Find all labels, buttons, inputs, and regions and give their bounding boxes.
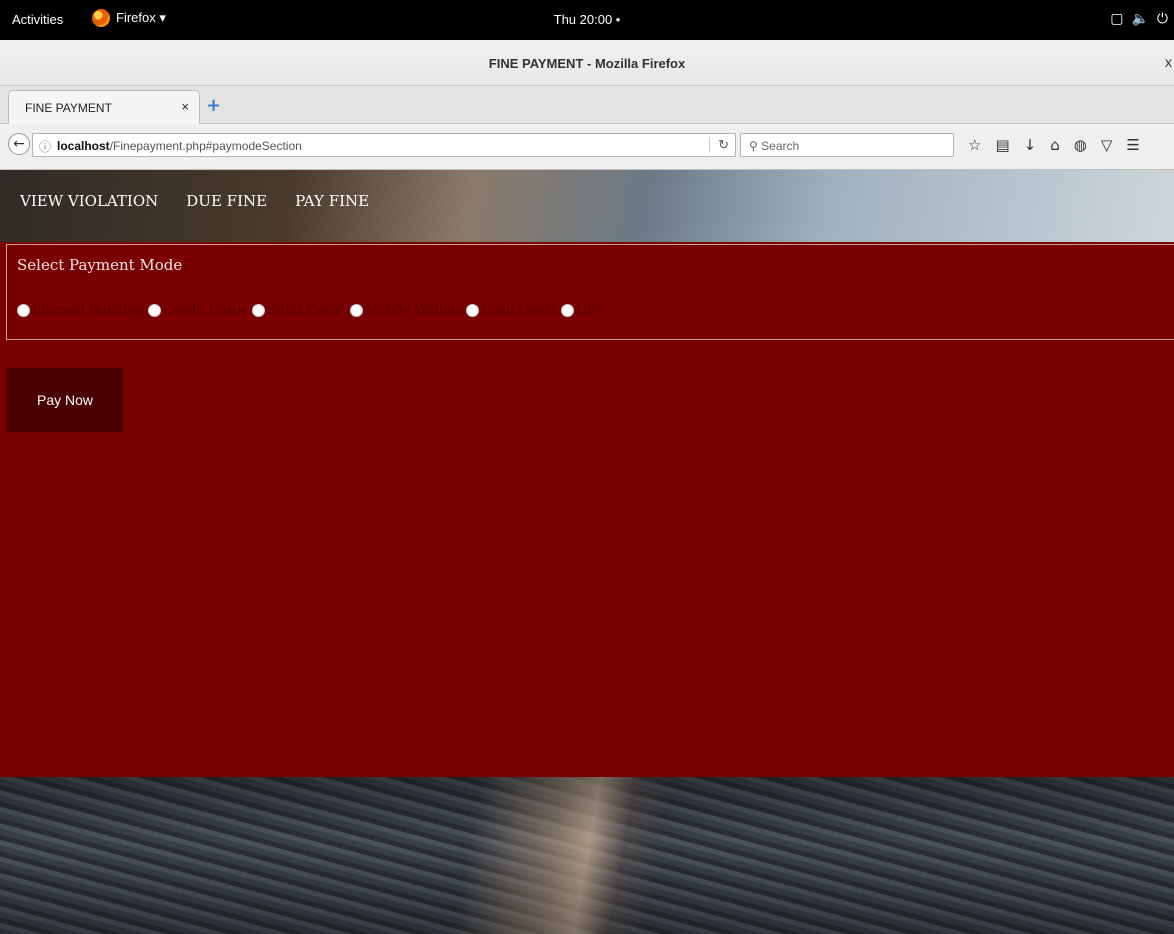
option-label: Internet Banking <box>32 303 145 318</box>
url-host: localhost <box>57 139 110 153</box>
menu-icon[interactable]: ☰ <box>1126 136 1139 154</box>
window-icon: ▢ <box>1110 10 1124 26</box>
search-input[interactable]: ⚲ Search <box>740 133 954 157</box>
window-title: FINE PAYMENT - Mozilla Firefox <box>488 56 686 71</box>
option-debit-cards[interactable]: Debit Cards <box>252 303 346 318</box>
header-banner: VIEW VIOLATION DUE FINE PAY FINE <box>0 170 1174 242</box>
reload-icon[interactable]: ↻ <box>709 137 729 153</box>
url-path: /Finepayment.php#paymodeSection <box>109 139 302 153</box>
window-titlebar: FINE PAYMENT - Mozilla Firefox x <box>0 40 1174 86</box>
option-label: Mobile Wallets <box>364 303 463 318</box>
payment-options: Internet Banking Credit Cards Debit Card… <box>17 303 605 318</box>
background-shade <box>0 777 1174 934</box>
payment-mode-heading: Select Payment Mode <box>17 256 183 274</box>
home-icon[interactable]: ⌂ <box>1050 136 1060 154</box>
tab-strip: FINE PAYMENT × + <box>0 86 1174 124</box>
search-placeholder: Search <box>761 139 800 153</box>
arrow-left-icon: ← <box>13 136 25 152</box>
volume-icon: 🔈 <box>1131 10 1149 26</box>
radio-button[interactable] <box>17 304 30 317</box>
power-icon: ⏻ <box>1156 10 1168 26</box>
option-credit-cards[interactable]: Credit Cards <box>148 303 248 318</box>
radio-button[interactable] <box>349 304 363 317</box>
option-label: Cash Cards <box>481 303 558 318</box>
pocket-icon[interactable]: ▽ <box>1101 136 1113 154</box>
menu-item-view-violation[interactable]: VIEW VIOLATION <box>20 192 158 210</box>
url-text: localhost/Finepayment.php#paymodeSection <box>57 139 302 153</box>
option-cash-cards[interactable]: Cash Cards <box>466 303 557 318</box>
option-label: Credit Cards <box>163 303 249 318</box>
payment-section: Select Payment Mode Internet Banking Cre… <box>0 242 1174 777</box>
window-close-button[interactable]: x <box>1165 54 1172 70</box>
radio-button[interactable] <box>466 304 480 317</box>
radio-button[interactable] <box>252 304 266 317</box>
site-menu: VIEW VIOLATION DUE FINE PAY FINE <box>20 192 369 210</box>
option-upi[interactable]: UPI <box>561 303 601 318</box>
menu-item-pay-fine[interactable]: PAY FINE <box>295 192 369 210</box>
new-tab-button[interactable]: + <box>206 95 221 116</box>
option-mobile-wallets[interactable]: Mobile Wallets <box>349 303 463 318</box>
reading-list-icon[interactable]: ▤ <box>995 136 1009 154</box>
radio-button[interactable] <box>561 304 575 317</box>
chat-icon[interactable]: ◍ <box>1074 136 1087 154</box>
search-icon: ⚲ <box>749 139 758 153</box>
radio-button[interactable] <box>148 304 162 317</box>
system-tray[interactable]: ▢ 🔈 ⏻ <box>1110 10 1168 27</box>
bookmark-star-icon[interactable]: ☆ <box>968 136 981 154</box>
menu-item-due-fine[interactable]: DUE FINE <box>186 192 267 210</box>
pay-now-button[interactable]: Pay Now <box>7 368 123 432</box>
option-label: UPI <box>576 303 602 318</box>
info-icon[interactable]: ⓘ <box>39 138 51 155</box>
page-content: VIEW VIOLATION DUE FINE PAY FINE Select … <box>0 170 1174 934</box>
tab-fine-payment[interactable]: FINE PAYMENT × <box>8 90 200 124</box>
option-label: Debit Cards <box>267 303 346 318</box>
navigation-toolbar: ← ⓘ localhost/Finepayment.php#paymodeSec… <box>0 124 1174 170</box>
tab-close-icon[interactable]: × <box>181 99 189 114</box>
option-internet-banking[interactable]: Internet Banking <box>17 303 144 318</box>
toolbar-icons: ☆ ▤ ↓ ⌂ ◍ ▽ ☰ <box>968 136 1140 154</box>
download-icon[interactable]: ↓ <box>1024 136 1037 154</box>
payment-mode-fieldset: Select Payment Mode Internet Banking Cre… <box>6 244 1174 340</box>
back-button[interactable]: ← <box>8 133 30 155</box>
system-top-bar: Activities Firefox ▾ Thu 20:00 • ▢ 🔈 ⏻ <box>0 0 1174 40</box>
tab-label: FINE PAYMENT <box>25 101 112 115</box>
url-bar[interactable]: ⓘ localhost/Finepayment.php#paymodeSecti… <box>32 133 736 157</box>
clock[interactable]: Thu 20:00 • <box>0 12 1174 27</box>
